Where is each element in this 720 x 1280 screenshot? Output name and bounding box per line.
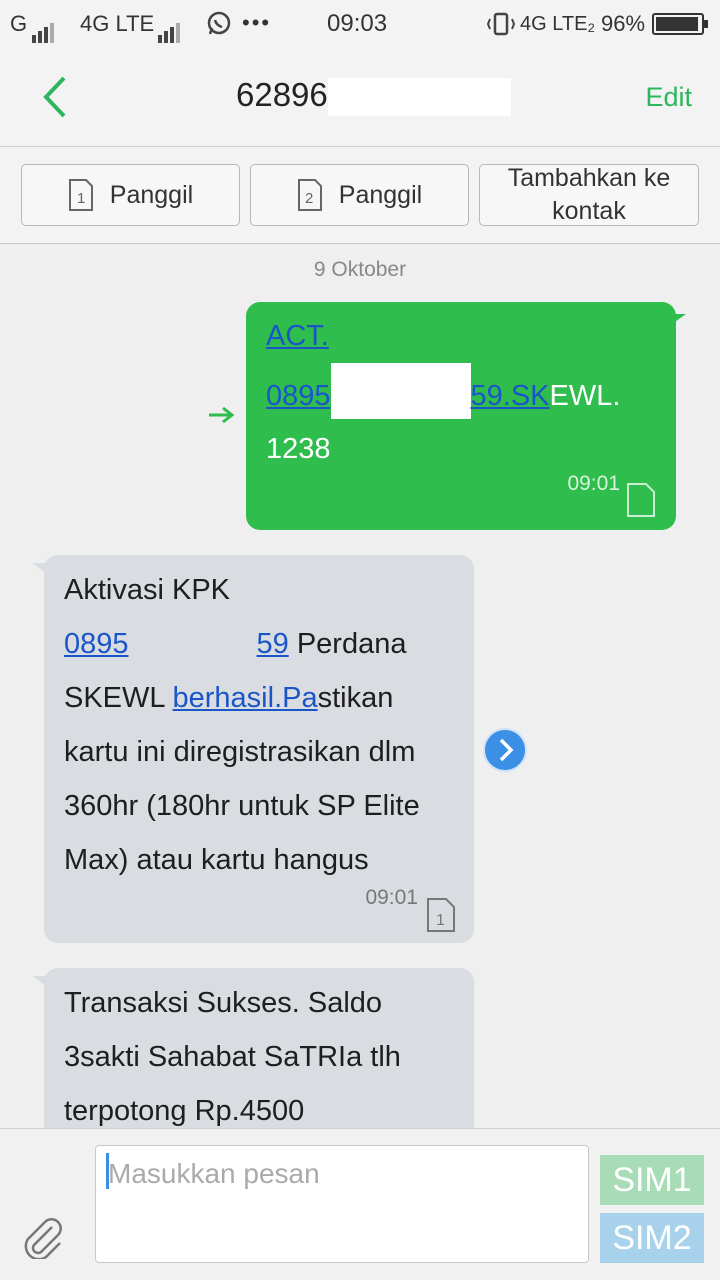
redacted-block xyxy=(327,78,511,117)
message-line: SKEWL berhasil.Pastikan xyxy=(64,682,394,714)
back-button[interactable] xyxy=(38,74,78,120)
sim1-received-icon: 1 xyxy=(427,898,455,932)
call-sim1-button[interactable]: 1 Panggil xyxy=(21,164,240,226)
message-time: 09:01 xyxy=(365,886,418,909)
date-divider: 9 Oktober xyxy=(313,258,407,281)
message-text: Perdana xyxy=(288,628,407,660)
paperclip-icon xyxy=(24,1218,62,1261)
battery-percent: 96% xyxy=(601,11,646,36)
call-sim2-button[interactable]: 2 Panggil xyxy=(250,164,469,226)
more-notifications-icon: ••• xyxy=(242,10,272,35)
add-to-contacts-label: Tambahkan ke kontak xyxy=(507,164,671,225)
call-sim1-label: Panggil xyxy=(109,180,194,209)
contact-number: 62896 xyxy=(236,76,328,113)
message-time: 09:01 xyxy=(567,472,620,495)
battery-level xyxy=(656,17,699,31)
attach-button[interactable] xyxy=(22,1215,64,1261)
edit-button[interactable]: Edit xyxy=(645,82,692,113)
svg-text:2: 2 xyxy=(305,190,313,207)
chevron-left-icon xyxy=(43,76,66,118)
svg-text:1: 1 xyxy=(436,912,445,929)
send-sim2-button[interactable]: SIM2 xyxy=(600,1213,704,1263)
message-line: ACT. xyxy=(266,310,656,363)
vibrate-icon xyxy=(486,12,516,40)
clock: 09:03 xyxy=(327,10,388,37)
whatsapp-icon xyxy=(206,10,232,38)
redacted-block xyxy=(330,363,471,419)
message-line: Transaksi Sukses. Saldo xyxy=(64,987,383,1019)
message-link[interactable]: 0895 59.SK xyxy=(266,363,550,419)
message-line: Aktivasi KPK xyxy=(64,574,230,606)
network-type-sim2: 4G LTE₂ xyxy=(520,13,596,35)
message-line: 0895 59.SKEWL. xyxy=(266,363,656,423)
message-bubble-incoming[interactable]: Aktivasi KPK 0895 59 Perdana SKEWL berhas… xyxy=(32,555,474,943)
message-bubble-outgoing[interactable]: ACT. 0895 59.SKEWL. 1238 09:01 xyxy=(246,302,686,530)
conversation-header: 62896 Edit xyxy=(0,48,720,146)
message-line: kartu ini diregistrasikan dlm xyxy=(64,736,416,768)
message-line: 360hr (180hr untuk SP Elite xyxy=(64,790,420,822)
call-sim2-label: Panggil xyxy=(338,180,423,209)
message-composer: SIM1 SIM2 xyxy=(0,1128,720,1280)
message-link[interactable]: berhasil.Pa xyxy=(173,682,318,714)
signal-icon-sim2 xyxy=(158,14,182,44)
add-to-contacts-button[interactable]: Tambahkan ke kontak xyxy=(479,164,699,226)
page-title: 62896 xyxy=(236,76,511,117)
message-line: 0895 59 Perdana xyxy=(64,617,454,671)
chevron-right-icon xyxy=(499,738,514,762)
signal-icon-sim1 xyxy=(32,14,56,44)
status-bar: G 4G LTE ••• 09:03 4G LTE₂ 96% xyxy=(0,0,720,48)
sim1-icon: 1 xyxy=(68,179,93,211)
message-text: EWL. xyxy=(549,380,621,412)
text-cursor xyxy=(106,1153,109,1189)
message-input[interactable] xyxy=(95,1145,589,1263)
message-line: 3sakti Sahabat SaTRIa tlh xyxy=(64,1041,401,1073)
send-sim1-button[interactable]: SIM1 xyxy=(600,1155,704,1205)
svg-text:1: 1 xyxy=(77,190,85,207)
battery-icon xyxy=(652,13,708,35)
sim2-icon: 2 xyxy=(297,179,322,211)
message-link[interactable]: 0895 59 xyxy=(64,628,289,660)
network-type-sim1: 4G LTE xyxy=(80,11,155,36)
action-bar: 1 Panggil 2 Panggil Tambahkan ke kontak xyxy=(0,146,720,244)
sent-status-icon xyxy=(627,483,655,517)
message-link[interactable]: ACT. xyxy=(266,320,329,352)
sim1-indicator: G xyxy=(10,11,28,36)
sent-arrow-icon xyxy=(209,406,235,424)
forward-message-button[interactable] xyxy=(483,728,527,772)
